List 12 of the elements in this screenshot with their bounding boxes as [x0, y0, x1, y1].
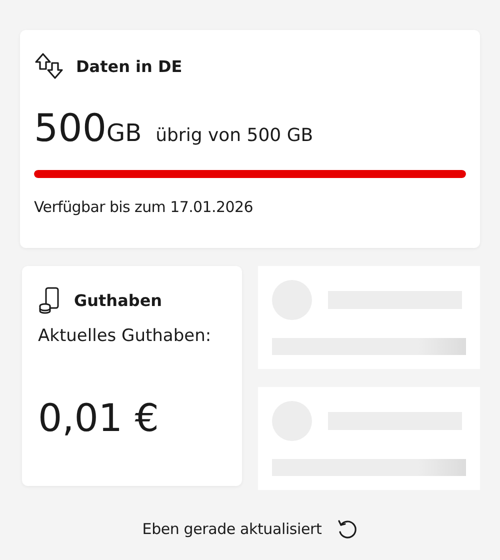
- coins-phone-icon: [38, 286, 62, 314]
- balance-amount: 0,01 €: [38, 396, 160, 440]
- refresh-icon[interactable]: [336, 518, 358, 540]
- transfer-arrows-icon: [34, 52, 64, 80]
- data-unit: GB: [106, 119, 142, 147]
- update-status: Eben gerade aktualisiert: [142, 520, 322, 538]
- balance-label: Aktuelles Guthaben:: [38, 326, 212, 346]
- data-amount: 500: [34, 106, 107, 150]
- remaining-text: übrig von 500 GB: [156, 125, 314, 146]
- card-title: Guthaben: [74, 290, 162, 310]
- validity-text: Verfügbar bis zum 17.01.2026: [34, 198, 254, 216]
- card-title: Daten in DE: [76, 56, 182, 76]
